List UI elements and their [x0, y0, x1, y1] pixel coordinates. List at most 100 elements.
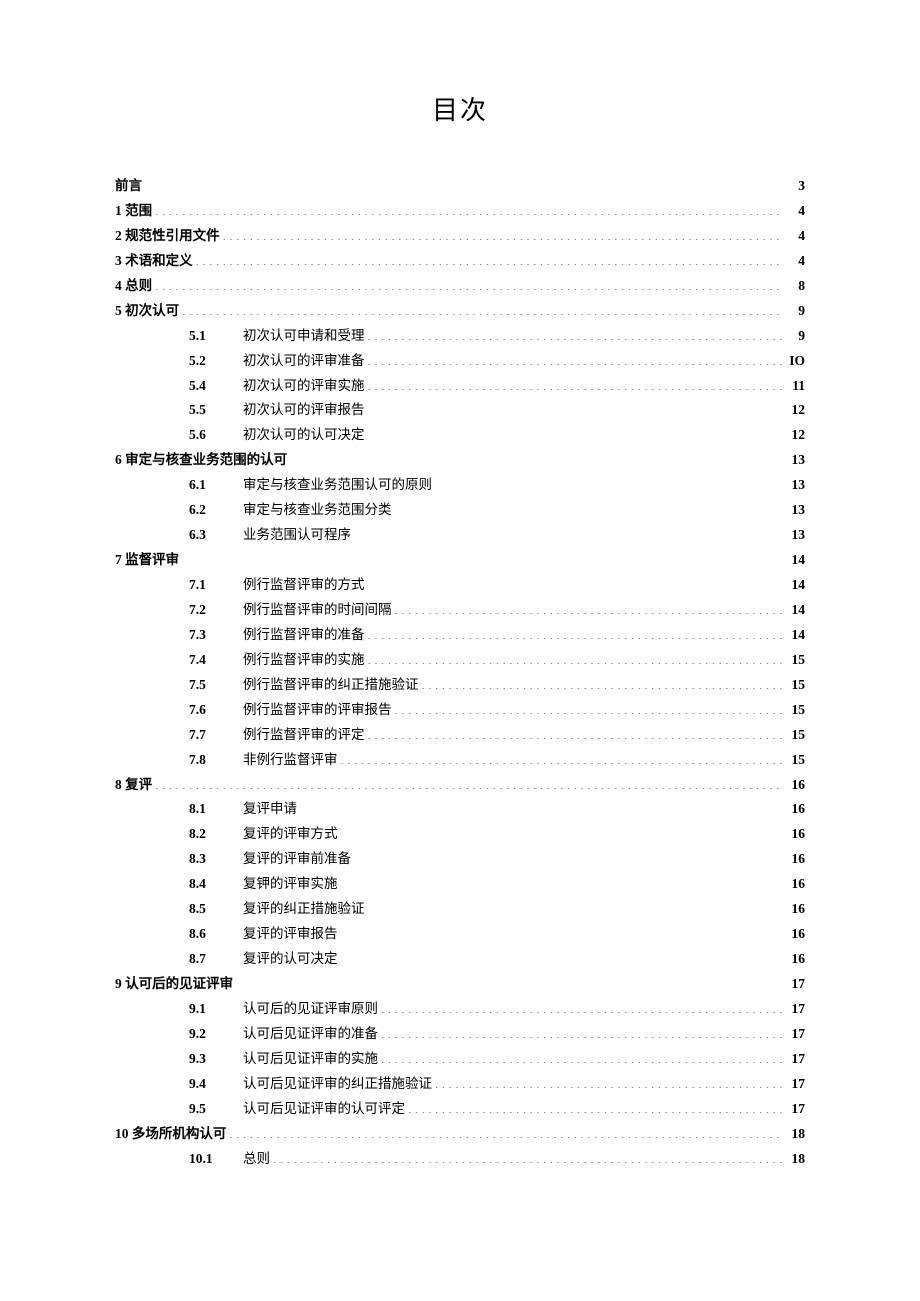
toc-entry: 9.1认可后的见证评审原则17 — [115, 998, 805, 1021]
toc-entry-label: 认可后见证评审的纠正措施验证 — [243, 1073, 432, 1096]
toc-leader-dots — [182, 551, 784, 565]
toc-entry-number: 7.4 — [189, 649, 229, 672]
toc-entry-number: 9.4 — [189, 1073, 229, 1096]
toc-entry-number: 6.1 — [189, 474, 229, 497]
toc-entry-page: 14 — [787, 549, 805, 572]
toc-entry: 9.2认可后见证评审的准备17 — [115, 1023, 805, 1046]
toc-entry-label: 审定与核查业务范围认可的原则 — [243, 474, 432, 497]
toc-entry-label: 初次认可的评审实施 — [243, 375, 365, 398]
toc-entry-page: 17 — [787, 1048, 805, 1071]
toc-entry-number: 5.2 — [189, 350, 229, 373]
toc-entry-page: 9 — [787, 300, 805, 323]
toc-leader-dots — [196, 251, 784, 265]
toc-entry: 前言3 — [115, 175, 805, 198]
toc-entry-page: 15 — [787, 674, 805, 697]
toc-entry-label: 例行监督评审的纠正措施验证 — [243, 674, 419, 697]
toc-entry-number: 7.8 — [189, 749, 229, 772]
toc-entry: 9.4 认可后见证评审的纠正措施验证 17 — [115, 1073, 805, 1096]
toc-entry-page: 8 — [787, 275, 805, 298]
toc-entry: 5.6初次认可的认可决定12 — [115, 424, 805, 447]
toc-leader-dots — [395, 501, 785, 515]
toc-entry: 6.1审定与核查业务范围认可的原则13 — [115, 474, 805, 497]
toc-entry: 8.1复评申请16 — [115, 798, 805, 821]
toc-entry-label: 总则 — [243, 1148, 270, 1171]
toc-entry-page: 17 — [787, 1073, 805, 1096]
toc-entry: 2 规范性引用文件4 — [115, 225, 805, 248]
toc-entry-number: 9.5 — [189, 1098, 229, 1121]
toc-entry: 5.5初次认可的评审报告12 — [115, 399, 805, 422]
toc-entry: 1 范围4 — [115, 200, 805, 223]
toc-entry-label: 例行监督评审的方式 — [243, 574, 365, 597]
toc-entry: 10 多场所机构认可 18 — [115, 1123, 805, 1146]
toc-entry-page: 16 — [787, 848, 805, 871]
toc-title: 目次 — [115, 90, 805, 127]
toc-leader-dots — [155, 201, 784, 215]
toc-entry-page: 16 — [787, 873, 805, 896]
toc-entry: 10.1总则18 — [115, 1148, 805, 1171]
toc-entry-label: 例行监督评审的实施 — [243, 649, 365, 672]
toc-entry-label: 复评的评审报告 — [243, 923, 338, 946]
toc-entry: 5.1初次认可申请和受理9 — [115, 325, 805, 348]
toc-entry: 7 监督评审14 — [115, 549, 805, 572]
toc-entry: 7.6例行监督评审的评审报告15 — [115, 699, 805, 722]
toc-entry: 9.5 认可后见证评审的认可评定 17 — [115, 1098, 805, 1121]
toc-entry: 5.4初次认可的评审实施11 — [115, 375, 805, 398]
toc-entry: 4 总则8 — [115, 275, 805, 298]
toc-leader-dots — [341, 750, 785, 764]
toc-entry-page: 17 — [787, 998, 805, 1021]
toc-leader-dots — [368, 576, 785, 590]
toc-entry-page: 3 — [787, 175, 805, 198]
toc-entry-label: 认可后见证评审的认可评定 — [243, 1098, 405, 1121]
toc-entry-label: 3 术语和定义 — [115, 250, 193, 273]
toc-entry-label: 5 初次认可 — [115, 300, 179, 323]
toc-entry-label: 认可后见证评审的准备 — [243, 1023, 378, 1046]
toc-entry-label: 复评的评审方式 — [243, 823, 338, 846]
toc-entry: 7.3例行监督评审的准备14 — [115, 624, 805, 647]
toc-leader-dots — [381, 999, 784, 1013]
toc-entry-label: 复评申请 — [243, 798, 297, 821]
toc-entry: 8.5复评的纠正措施验证16 — [115, 898, 805, 921]
toc-entry-label: 初次认可的认可决定 — [243, 424, 365, 447]
toc-leader-dots — [395, 600, 785, 614]
toc-entry-number: 7.2 — [189, 599, 229, 622]
toc-leader-dots — [408, 1099, 784, 1113]
toc-entry-number: 9.3 — [189, 1048, 229, 1071]
toc-entry-label: 例行监督评审的评审报告 — [243, 699, 392, 722]
toc-leader-dots — [422, 675, 785, 689]
toc-entry: 3 术语和定义 4 — [115, 250, 805, 273]
page: 目次 前言31 范围42 规范性引用文件43 术语和定义 44 总则85 初次认可… — [0, 0, 920, 1233]
toc-leader-dots — [368, 650, 785, 664]
toc-entry-number: 9.2 — [189, 1023, 229, 1046]
toc-entry-page: 17 — [787, 1098, 805, 1121]
toc-entry-number: 8.3 — [189, 848, 229, 871]
toc-entry-page: 12 — [787, 399, 805, 422]
toc-leader-dots — [354, 850, 784, 864]
toc-entry-label: 复评的评审前准备 — [243, 848, 351, 871]
toc-leader-dots — [368, 426, 785, 440]
toc-entry-label: 例行监督评审的评定 — [243, 724, 365, 747]
toc-entry-page: 14 — [787, 624, 805, 647]
toc-entry: 9.3认可后见证评审的实施17 — [115, 1048, 805, 1071]
toc-entry-page: 4 — [787, 250, 805, 273]
toc-entry-label: 10 多场所机构认可 — [115, 1123, 226, 1146]
toc-entry-label: 例行监督评审的时间间隔 — [243, 599, 392, 622]
toc-entry-number: 8.7 — [189, 948, 229, 971]
toc-entry-label: 复评的纠正措施验证 — [243, 898, 365, 921]
toc-leader-dots — [435, 476, 784, 490]
toc-leader-dots — [145, 177, 784, 191]
table-of-contents: 前言31 范围42 规范性引用文件43 术语和定义44 总则85 初次认可95.… — [115, 175, 805, 1171]
toc-entry-label: 初次认可的评审报告 — [243, 399, 365, 422]
toc-entry-page: IO — [787, 350, 805, 373]
toc-entry-page: 18 — [787, 1123, 805, 1146]
toc-leader-dots — [368, 401, 785, 415]
toc-entry: 6.2审定与核查业务范围分类13 — [115, 499, 805, 522]
toc-leader-dots — [368, 351, 785, 365]
toc-leader-dots — [273, 1149, 784, 1163]
toc-entry: 6 审定与核查业务范围的认可13 — [115, 449, 805, 472]
toc-entry-page: 9 — [787, 325, 805, 348]
toc-entry: 7.8非例行监督评审15 — [115, 749, 805, 772]
toc-entry: 9 认可后的见证评审17 — [115, 973, 805, 996]
toc-entry-number: 7.3 — [189, 624, 229, 647]
toc-entry-label: 复钾的评审实施 — [243, 873, 338, 896]
toc-entry-label: 1 范围 — [115, 200, 152, 223]
